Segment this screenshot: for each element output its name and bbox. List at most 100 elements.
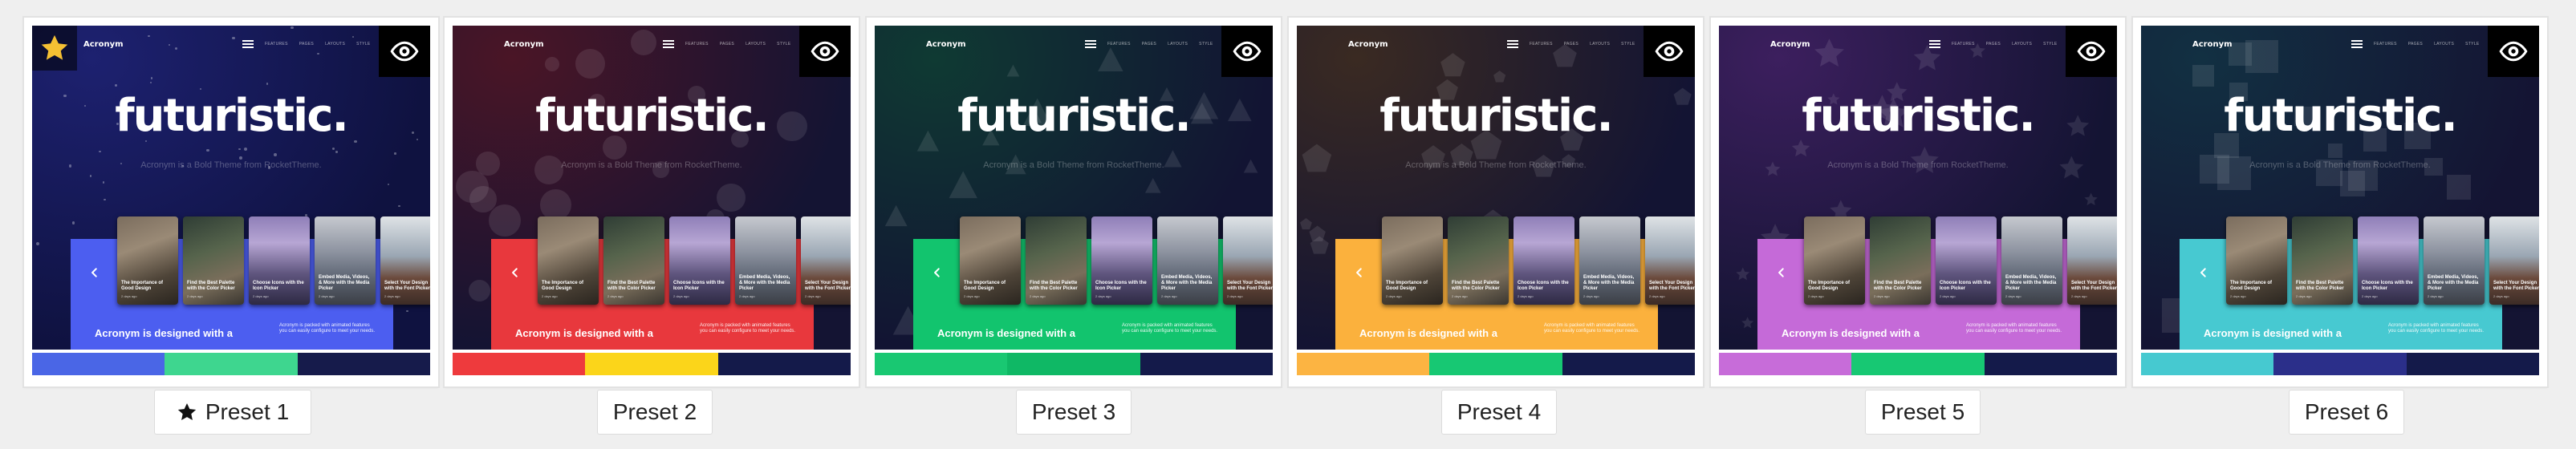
carousel-card[interactable]: Find the Best Palette with the Color Pic… [1870, 216, 1931, 305]
preview-button[interactable] [799, 26, 851, 77]
carousel-card[interactable]: Choose Icons with the Icon Picker 2 days … [1936, 216, 1997, 305]
nav-link[interactable]: FEATURES [2374, 42, 2397, 47]
nav-link[interactable]: LAYOUTS [2434, 42, 2454, 47]
nav-link[interactable]: STYLE [1621, 42, 1635, 47]
nav-link[interactable]: PAGES [1142, 42, 1156, 47]
preset-card-2[interactable]: Acronym FEATURES PAGES LAYOUTS STYLE futurist… [445, 18, 859, 386]
theme-preview[interactable]: Acronym FEATURES PAGES LAYOUTS STYLE futurist… [453, 26, 851, 350]
nav-link[interactable]: FEATURES [1530, 42, 1553, 47]
nav-link[interactable]: FEATURES [1952, 42, 1975, 47]
site-logo[interactable]: Acronym [1770, 40, 1810, 49]
nav-link[interactable]: LAYOUTS [746, 42, 766, 47]
carousel-prev-button[interactable] [502, 260, 528, 285]
decor-triangle [1144, 176, 1163, 196]
theme-preview[interactable]: Acronym FEATURES PAGES LAYOUTS STYLE futurist… [2141, 26, 2539, 350]
carousel-prev-button[interactable] [82, 260, 108, 285]
preset-button-2[interactable]: Preset 2 [597, 390, 713, 435]
preset-card-3[interactable]: Acronym FEATURES PAGES LAYOUTS STYLE futurist… [867, 18, 1281, 386]
carousel-card[interactable]: Select Your Design with the Font Picker 2… [380, 216, 430, 305]
carousel-card[interactable]: Select Your Design with the Font Picker 2… [1223, 216, 1273, 305]
preset-button-4[interactable]: Preset 4 [1441, 390, 1557, 435]
theme-preview[interactable]: Acronym FEATURES PAGES LAYOUTS STYLE futurist… [32, 26, 430, 350]
nav-link[interactable]: PAGES [720, 42, 734, 47]
preview-button[interactable] [2488, 26, 2539, 77]
site-logo[interactable]: Acronym [2192, 40, 2233, 49]
carousel-card[interactable]: The Importance of Good Design 2 days ago [2226, 216, 2287, 305]
color-swatch [2273, 353, 2407, 375]
carousel-card[interactable]: Embed Media, Videos, & More with the Med… [2001, 216, 2062, 305]
site-logo[interactable]: Acronym [504, 40, 544, 49]
decor-dot [150, 77, 153, 79]
nav-link[interactable]: STYLE [1199, 42, 1213, 47]
carousel-card[interactable]: Choose Icons with the Icon Picker 2 days … [669, 216, 730, 305]
preset-button-3[interactable]: Preset 3 [1016, 390, 1132, 435]
theme-preview[interactable]: Acronym FEATURES PAGES LAYOUTS STYLE futurist… [1719, 26, 2117, 350]
nav-link[interactable]: FEATURES [685, 42, 709, 47]
carousel-card[interactable]: Select Your Design with the Font Picker 2… [1645, 216, 1695, 305]
carousel-prev-button[interactable] [924, 260, 950, 285]
menu-icon[interactable] [2351, 40, 2363, 48]
carousel-card[interactable]: Choose Icons with the Icon Picker 2 days … [249, 216, 310, 305]
nav-link[interactable]: LAYOUTS [1590, 42, 1610, 47]
carousel-card[interactable]: The Importance of Good Design 2 days ago [960, 216, 1021, 305]
menu-icon[interactable] [1507, 40, 1518, 48]
nav-link[interactable]: PAGES [1564, 42, 1579, 47]
carousel-card[interactable]: Select Your Design with the Font Picker 2… [801, 216, 851, 305]
preset-button-1[interactable]: Preset 1 [154, 390, 311, 435]
preset-card-4[interactable]: Acronym FEATURES PAGES LAYOUTS STYLE futurist… [1289, 18, 1703, 386]
carousel-card[interactable]: Embed Media, Videos, & More with the Med… [315, 216, 376, 305]
carousel-prev-button[interactable] [2191, 260, 2216, 285]
preview-button[interactable] [1221, 26, 1273, 77]
nav-link[interactable]: STYLE [2465, 42, 2479, 47]
carousel-card[interactable]: The Importance of Good Design 2 days ago [1382, 216, 1443, 305]
nav-link[interactable]: STYLE [356, 42, 370, 47]
nav-link[interactable]: PAGES [1986, 42, 2001, 47]
carousel-card[interactable]: Embed Media, Videos, & More with the Med… [1157, 216, 1218, 305]
menu-icon[interactable] [1929, 40, 1940, 48]
carousel-card[interactable]: Select Your Design with the Font Picker 2… [2489, 216, 2539, 305]
carousel-card[interactable]: Find the Best Palette with the Color Pic… [603, 216, 664, 305]
nav-link[interactable]: LAYOUTS [325, 42, 345, 47]
nav-link[interactable]: STYLE [777, 42, 790, 47]
preset-card-5[interactable]: Acronym FEATURES PAGES LAYOUTS STYLE futurist… [1711, 18, 2125, 386]
carousel-prev-button[interactable] [1347, 260, 1372, 285]
carousel-card[interactable]: Choose Icons with the Icon Picker 2 days … [1091, 216, 1152, 305]
carousel-card[interactable]: Find the Best Palette with the Color Pic… [183, 216, 244, 305]
site-logo[interactable]: Acronym [83, 40, 124, 49]
eye-icon [2499, 41, 2528, 62]
preview-button[interactable] [1644, 26, 1695, 77]
menu-icon[interactable] [663, 40, 674, 48]
carousel-card[interactable]: Find the Best Palette with the Color Pic… [1448, 216, 1509, 305]
nav-link[interactable]: LAYOUTS [1168, 42, 1188, 47]
nav-link[interactable]: PAGES [299, 42, 314, 47]
carousel-card[interactable]: The Importance of Good Design 2 days ago [1804, 216, 1865, 305]
theme-preview[interactable]: Acronym FEATURES PAGES LAYOUTS STYLE futurist… [875, 26, 1273, 350]
nav-link[interactable]: LAYOUTS [2012, 42, 2032, 47]
menu-icon[interactable] [242, 40, 254, 48]
theme-preview[interactable]: Acronym FEATURES PAGES LAYOUTS STYLE futurist… [1297, 26, 1695, 350]
carousel-card[interactable]: Choose Icons with the Icon Picker 2 days … [2358, 216, 2419, 305]
nav-link[interactable]: FEATURES [1107, 42, 1131, 47]
carousel-card[interactable]: Embed Media, Videos, & More with the Med… [2424, 216, 2485, 305]
preview-button[interactable] [379, 26, 430, 77]
nav-link[interactable]: PAGES [2408, 42, 2423, 47]
carousel-card[interactable]: Find the Best Palette with the Color Pic… [1026, 216, 1087, 305]
carousel-prev-button[interactable] [1769, 260, 1794, 285]
carousel-card[interactable]: Embed Media, Videos, & More with the Med… [735, 216, 796, 305]
carousel-card[interactable]: Choose Icons with the Icon Picker 2 days … [1514, 216, 1574, 305]
site-logo[interactable]: Acronym [926, 40, 966, 49]
carousel-card[interactable]: The Importance of Good Design 2 days ago [117, 216, 178, 305]
nav-link[interactable]: STYLE [2043, 42, 2057, 47]
preset-button-5[interactable]: Preset 5 [1865, 390, 1981, 435]
carousel-card[interactable]: Embed Media, Videos, & More with the Med… [1579, 216, 1640, 305]
nav-link[interactable]: FEATURES [265, 42, 288, 47]
preset-button-6[interactable]: Preset 6 [2289, 390, 2404, 435]
carousel-card[interactable]: The Importance of Good Design 2 days ago [538, 216, 599, 305]
site-logo[interactable]: Acronym [1348, 40, 1388, 49]
carousel-card[interactable]: Find the Best Palette with the Color Pic… [2292, 216, 2353, 305]
menu-icon[interactable] [1085, 40, 1096, 48]
preset-card-1[interactable]: Acronym FEATURES PAGES LAYOUTS STYLE futurist… [24, 18, 438, 386]
carousel-card[interactable]: Select Your Design with the Font Picker 2… [2067, 216, 2117, 305]
preview-button[interactable] [2066, 26, 2117, 77]
preset-card-6[interactable]: Acronym FEATURES PAGES LAYOUTS STYLE futurist… [2133, 18, 2547, 386]
